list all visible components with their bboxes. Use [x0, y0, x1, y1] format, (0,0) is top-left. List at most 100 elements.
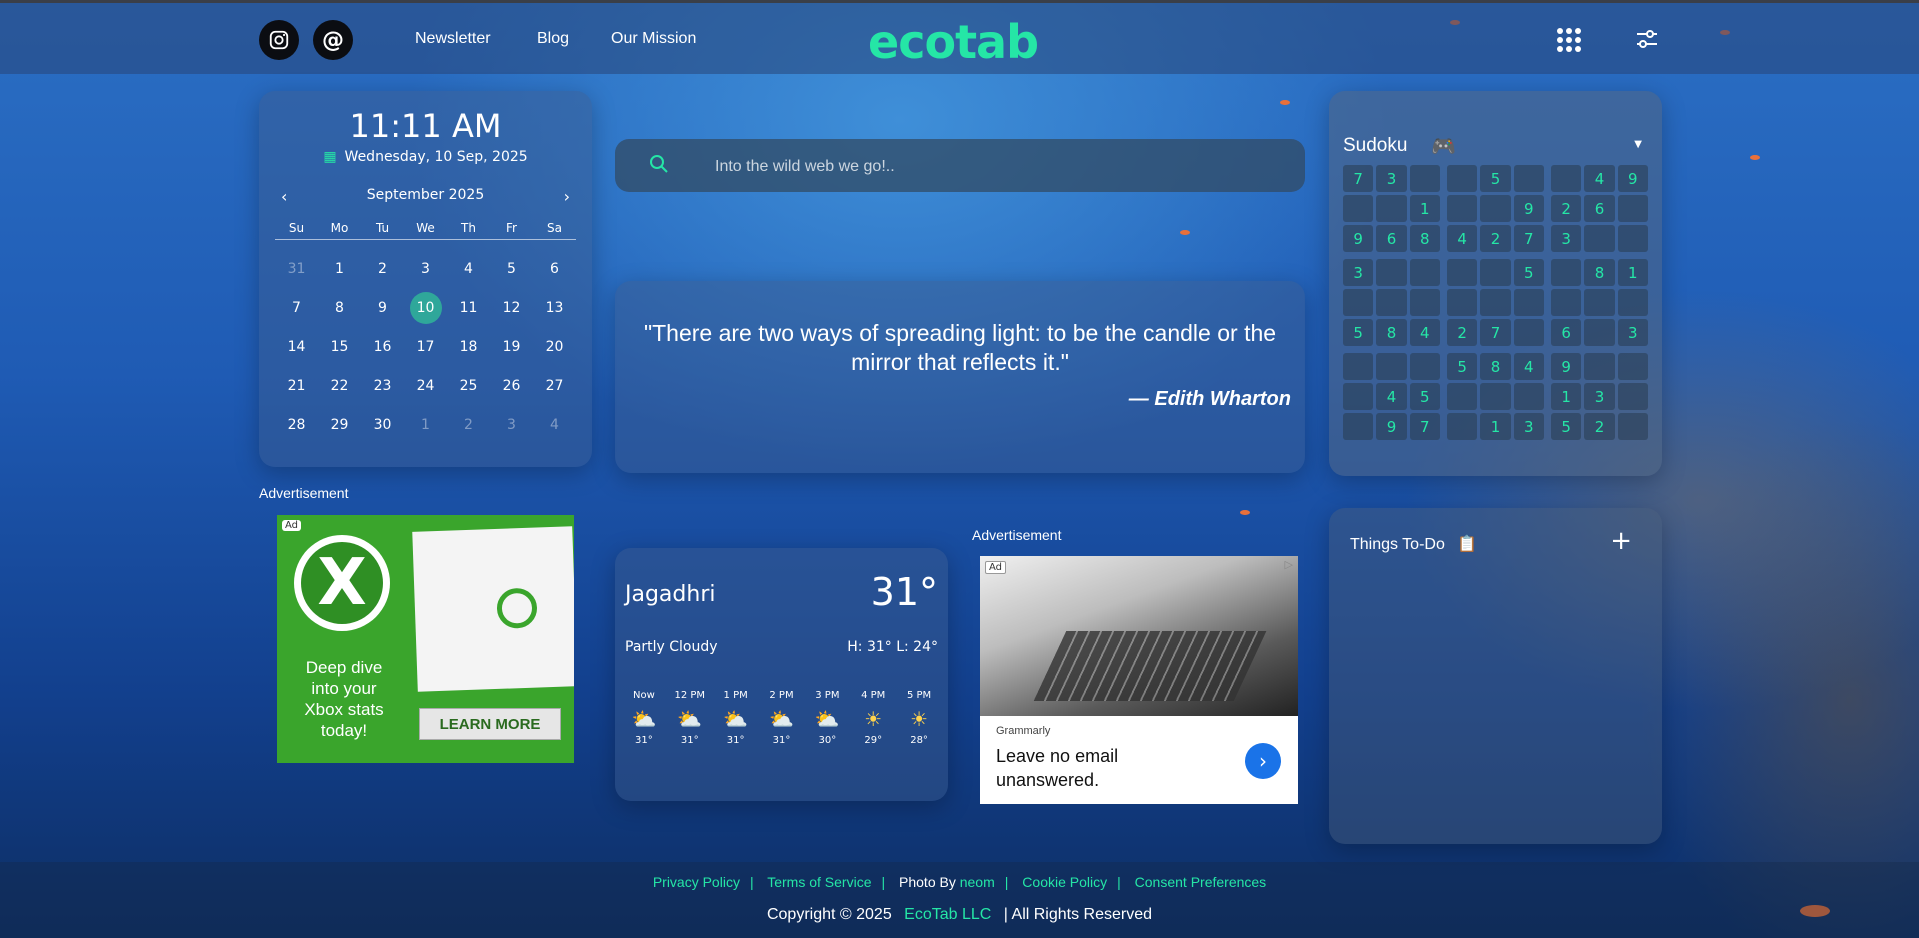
photographer-link[interactable]: neom [960, 874, 995, 890]
sudoku-cell[interactable] [1409, 289, 1440, 316]
sudoku-cell[interactable]: 8 [1409, 225, 1440, 252]
sudoku-cell[interactable]: 9 [1376, 413, 1407, 440]
calendar-day[interactable]: 11 [447, 288, 490, 327]
sudoku-cell[interactable] [1584, 319, 1615, 346]
apps-grid-icon[interactable] [1557, 28, 1581, 52]
calendar-day[interactable]: 24 [404, 366, 447, 405]
sudoku-cell[interactable] [1617, 383, 1648, 410]
sudoku-cell[interactable]: 8 [1584, 259, 1615, 286]
calendar-day[interactable]: 14 [275, 327, 318, 366]
calendar-day[interactable]: 6 [533, 249, 576, 288]
sudoku-cell[interactable]: 4 [1513, 353, 1544, 380]
learn-more-button[interactable]: LEARN MORE [419, 708, 561, 740]
sudoku-cell[interactable]: 1 [1551, 383, 1582, 410]
search-input[interactable] [713, 139, 1277, 194]
sudoku-cell[interactable] [1617, 225, 1648, 252]
sudoku-cell[interactable]: 3 [1551, 225, 1582, 252]
sudoku-cell[interactable] [1584, 225, 1615, 252]
sudoku-cell[interactable]: 9 [1551, 353, 1582, 380]
calendar-day[interactable]: 3 [404, 249, 447, 288]
add-todo-button[interactable]: + [1610, 526, 1632, 556]
grammarly-ad[interactable]: Ad ▷ Grammarly Leave no email unanswered… [980, 556, 1298, 804]
calendar-day[interactable]: 13 [533, 288, 576, 327]
sudoku-cell[interactable]: 3 [1343, 259, 1374, 286]
threads-icon[interactable]: @ [313, 20, 353, 60]
calendar-day[interactable]: 30 [361, 405, 404, 444]
sudoku-cell[interactable] [1513, 165, 1544, 192]
sudoku-cell[interactable]: 3 [1617, 319, 1648, 346]
sudoku-cell[interactable] [1617, 289, 1648, 316]
settings-sliders-icon[interactable] [1636, 29, 1658, 53]
sudoku-cell[interactable] [1447, 259, 1478, 286]
calendar-day[interactable]: 26 [490, 366, 533, 405]
sudoku-cell[interactable]: 4 [1447, 225, 1478, 252]
sudoku-cell[interactable]: 8 [1480, 353, 1511, 380]
nav-our-mission[interactable]: Our Mission [611, 30, 696, 48]
sudoku-cell[interactable] [1343, 195, 1374, 222]
sudoku-cell[interactable]: 3 [1513, 413, 1544, 440]
sudoku-cell[interactable] [1480, 195, 1511, 222]
calendar-day[interactable]: 23 [361, 366, 404, 405]
sudoku-cell[interactable] [1447, 383, 1478, 410]
sudoku-cell[interactable]: 2 [1584, 413, 1615, 440]
calendar-day[interactable]: 4 [447, 249, 490, 288]
sudoku-cell[interactable] [1409, 165, 1440, 192]
sudoku-cell[interactable]: 3 [1584, 383, 1615, 410]
sudoku-cell[interactable]: 5 [1447, 353, 1478, 380]
sudoku-cell[interactable] [1513, 289, 1544, 316]
sudoku-cell[interactable] [1480, 259, 1511, 286]
sudoku-cell[interactable]: 8 [1376, 319, 1407, 346]
sudoku-cell[interactable]: 5 [1409, 383, 1440, 410]
sudoku-cell[interactable] [1513, 319, 1544, 346]
calendar-day[interactable]: 22 [318, 366, 361, 405]
sudoku-cell[interactable]: 5 [1480, 165, 1511, 192]
sudoku-cell[interactable]: 9 [1343, 225, 1374, 252]
sudoku-cell[interactable]: 2 [1480, 225, 1511, 252]
xbox-ad[interactable]: Ad X Deep dive into your Xbox stats toda… [277, 515, 574, 763]
calendar-day[interactable]: 28 [275, 405, 318, 444]
calendar-day[interactable]: 12 [490, 288, 533, 327]
sudoku-cell[interactable]: 7 [1343, 165, 1374, 192]
calendar-day[interactable]: 2 [361, 249, 404, 288]
calendar-day[interactable]: 5 [490, 249, 533, 288]
sudoku-cell[interactable] [1617, 195, 1648, 222]
caret-down-icon[interactable]: ▼ [1634, 139, 1642, 150]
sudoku-cell[interactable]: 7 [1409, 413, 1440, 440]
calendar-day[interactable]: 1 [404, 405, 447, 444]
calendar-day[interactable]: 1 [318, 249, 361, 288]
calendar-day[interactable]: 19 [490, 327, 533, 366]
sudoku-cell[interactable] [1551, 289, 1582, 316]
sudoku-cell[interactable] [1376, 353, 1407, 380]
calendar-day[interactable]: 29 [318, 405, 361, 444]
calendar-day-today[interactable]: 10 [404, 288, 447, 327]
sudoku-cell[interactable] [1584, 289, 1615, 316]
chevron-left-icon[interactable]: ‹ [281, 187, 287, 206]
calendar-day[interactable]: 15 [318, 327, 361, 366]
sudoku-cell[interactable]: 2 [1447, 319, 1478, 346]
calendar-day[interactable]: 20 [533, 327, 576, 366]
sudoku-cell[interactable]: 6 [1551, 319, 1582, 346]
sudoku-cell[interactable]: 1 [1617, 259, 1648, 286]
sudoku-cell[interactable] [1551, 259, 1582, 286]
sudoku-cell[interactable] [1376, 289, 1407, 316]
sudoku-cell[interactable]: 4 [1409, 319, 1440, 346]
nav-newsletter[interactable]: Newsletter [415, 30, 491, 48]
sudoku-cell[interactable] [1584, 353, 1615, 380]
sudoku-cell[interactable] [1409, 259, 1440, 286]
nav-blog[interactable]: Blog [537, 30, 569, 48]
search-icon[interactable] [649, 154, 669, 179]
sudoku-cell[interactable] [1343, 383, 1374, 410]
sudoku-cell[interactable] [1617, 353, 1648, 380]
terms-link[interactable]: Terms of Service [767, 874, 871, 890]
sudoku-cell[interactable] [1617, 413, 1648, 440]
sudoku-cell[interactable]: 1 [1480, 413, 1511, 440]
sudoku-cell[interactable]: 5 [1551, 413, 1582, 440]
sudoku-cell[interactable]: 7 [1513, 225, 1544, 252]
sudoku-cell[interactable]: 4 [1376, 383, 1407, 410]
sudoku-cell[interactable]: 6 [1584, 195, 1615, 222]
consent-preferences-link[interactable]: Consent Preferences [1135, 874, 1267, 890]
calendar-day[interactable]: 17 [404, 327, 447, 366]
sudoku-cell[interactable] [1376, 195, 1407, 222]
sudoku-cell[interactable] [1551, 165, 1582, 192]
sudoku-cell[interactable] [1513, 383, 1544, 410]
